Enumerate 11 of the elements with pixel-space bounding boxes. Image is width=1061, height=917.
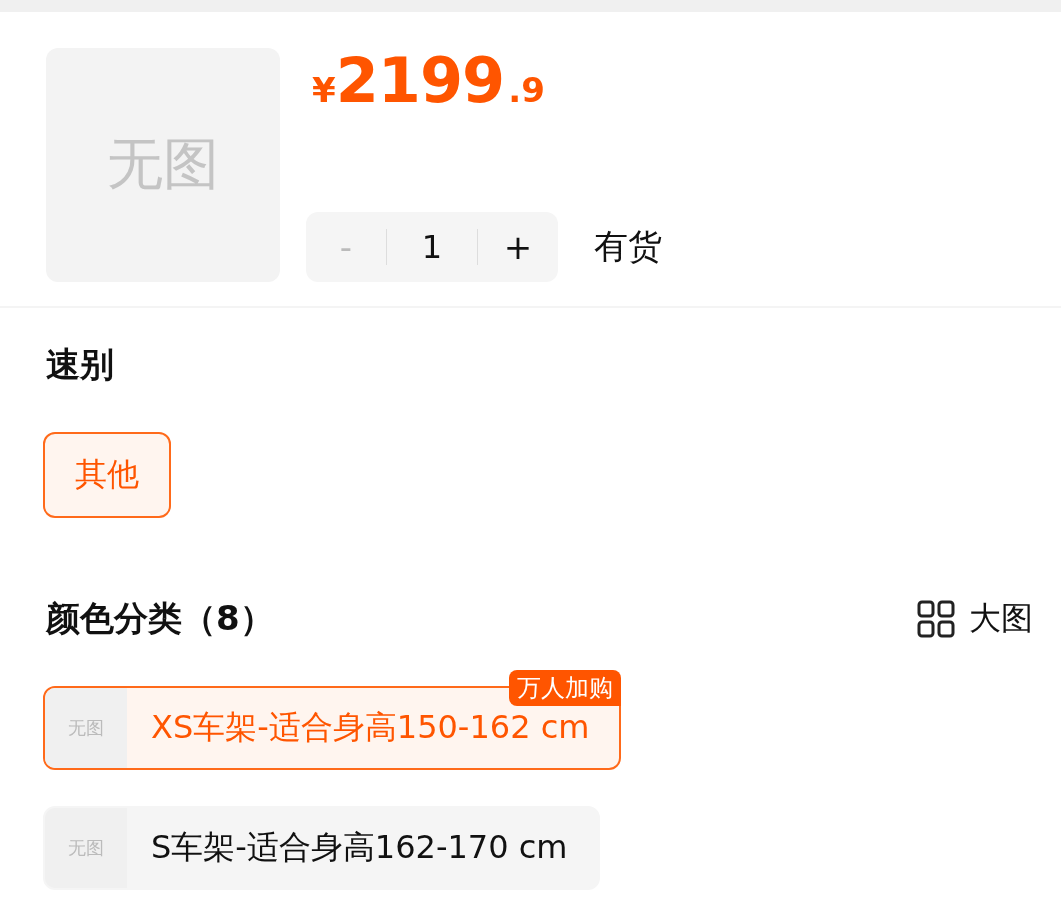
section-title: 颜色分类（8） [44, 597, 274, 640]
price: ¥2199.9 [312, 44, 546, 117]
variant-label: S车架-适合身高162-170 cm [151, 827, 568, 868]
variant-label: XS车架-适合身高150-162 cm [151, 707, 590, 748]
quantity-value[interactable]: 1 [387, 228, 477, 266]
section-title: 速别 [45, 343, 114, 386]
large-view-toggle[interactable]: 大图 [917, 597, 1033, 641]
increase-button[interactable]: + [478, 227, 558, 267]
stock-status: 有货 [594, 225, 662, 268]
grid-icon [917, 600, 955, 638]
popularity-badge: 万人加购 [509, 670, 622, 706]
